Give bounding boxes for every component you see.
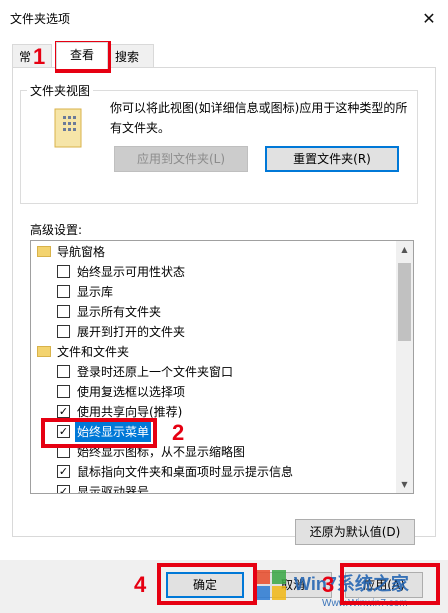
folder-view-legend: 文件夹视图: [30, 84, 91, 98]
checkbox[interactable]: [57, 325, 70, 338]
folder-icon: [37, 246, 51, 257]
folder-icon: [37, 346, 51, 357]
checkbox[interactable]: [57, 265, 70, 278]
tab-strip: 常 查看 搜索: [12, 42, 436, 69]
annotation-number-3: 3: [322, 572, 335, 597]
annotation-number-1: 1: [33, 44, 46, 69]
tree-scrollbar[interactable]: ▲ ▼: [396, 241, 413, 493]
checkbox-checked[interactable]: ✓: [57, 485, 70, 493]
folder-view-description: 你可以将此视图(如详细信息或图标)应用于这种类型的所有文件夹。: [110, 101, 408, 135]
folder-view-icon: [54, 108, 82, 148]
close-button[interactable]: ✕: [414, 4, 444, 34]
advanced-settings-tree[interactable]: 导航窗格 始终显示可用性状态 显示库 显示所有文件夹 展开到打开的文件夹 文件和…: [30, 240, 414, 494]
tab-general[interactable]: 常: [12, 44, 52, 68]
checkbox-checked[interactable]: ✓: [57, 405, 70, 418]
checkbox[interactable]: [57, 385, 70, 398]
checkbox[interactable]: [57, 365, 70, 378]
advanced-settings-label: 高级设置:: [30, 223, 83, 237]
reset-folders-button[interactable]: 重置文件夹(R): [265, 146, 399, 172]
restore-defaults-button[interactable]: 还原为默认值(D): [295, 519, 415, 545]
annotation-box-apply: [340, 563, 440, 605]
annotation-box-always-show-menus: [41, 418, 157, 448]
apply-to-folders-button[interactable]: 应用到文件夹(L): [114, 146, 248, 172]
scroll-down-icon[interactable]: ▼: [396, 476, 413, 493]
annotation-number-4: 4: [134, 572, 147, 597]
tab-search[interactable]: 搜索: [108, 44, 154, 68]
annotation-box-ok: [157, 563, 257, 605]
checkbox-checked[interactable]: ✓: [57, 465, 70, 478]
scroll-thumb[interactable]: [398, 263, 411, 341]
window-title: 文件夹选项: [10, 12, 71, 26]
title-bar: 文件夹选项 ✕: [0, 0, 448, 40]
tab-view[interactable]: 查看: [56, 42, 108, 69]
scroll-up-icon[interactable]: ▲: [396, 241, 413, 258]
annotation-number-2: 2: [172, 420, 185, 445]
checkbox[interactable]: [57, 285, 70, 298]
checkbox[interactable]: [57, 305, 70, 318]
